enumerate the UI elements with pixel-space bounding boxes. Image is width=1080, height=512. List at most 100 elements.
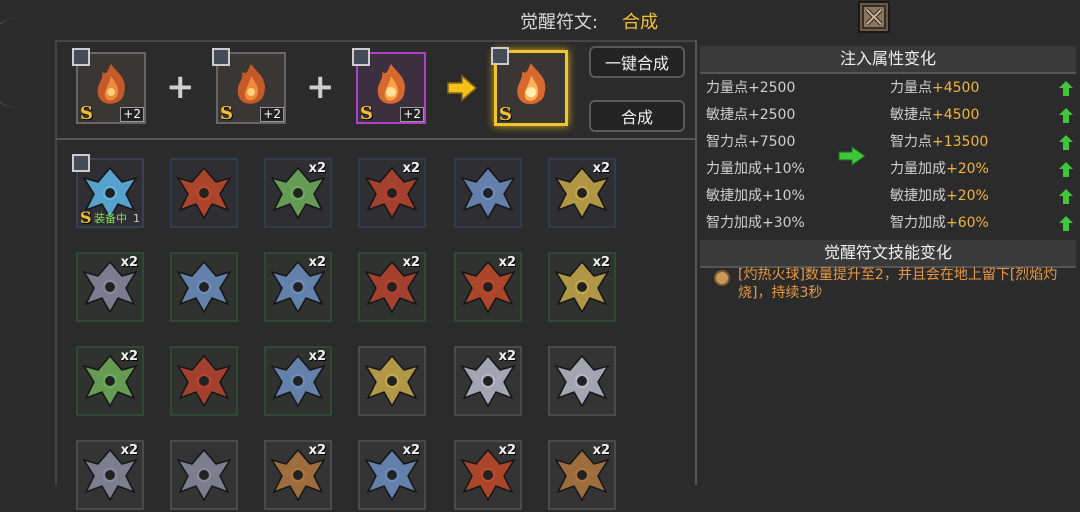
- decorative-arc: [0, 18, 18, 108]
- rune-cell[interactable]: [454, 158, 522, 228]
- stack-count: x2: [120, 255, 138, 270]
- screen-title-value: 合成: [622, 12, 658, 33]
- rune-cell[interactable]: x2: [358, 252, 426, 322]
- winged-fire-rune-icon: [176, 166, 232, 220]
- equipped-label: 装备中: [94, 212, 127, 225]
- golden-cross-rune-icon: [364, 354, 420, 408]
- title-bar: 觉醒符文: 合成: [0, 0, 1080, 40]
- grade-label: S: [499, 104, 512, 125]
- arrow-up-icon: [1059, 162, 1073, 177]
- stack-count: x2: [402, 161, 420, 176]
- stat-after: 敏捷加成+20%: [890, 186, 989, 206]
- stat-after: 智力加成+60%: [890, 213, 989, 233]
- screen-title-label: 觉醒符文:: [520, 12, 599, 33]
- grade-label: S: [220, 103, 233, 124]
- synthesize-button[interactable]: 合成: [589, 100, 685, 132]
- level-badge: 1: [133, 212, 140, 225]
- lock-icon: [491, 47, 509, 65]
- stat-name: 力量加成: [890, 161, 946, 177]
- stack-count: x2: [498, 443, 516, 458]
- stat-before: 力量点+2500: [706, 80, 796, 96]
- rune-cell[interactable]: x2: [548, 252, 616, 322]
- silver-wing-rune-icon: [554, 354, 610, 408]
- stat-value: +4500: [932, 80, 980, 96]
- grade-label: S: [80, 103, 93, 124]
- lock-icon: [352, 48, 370, 66]
- stack-count: x2: [592, 161, 610, 176]
- plus-icon: +: [306, 67, 335, 107]
- rune-cell[interactable]: [170, 158, 238, 228]
- rune-cell[interactable]: [170, 346, 238, 416]
- arrow-up-icon: [1059, 189, 1073, 204]
- panel-vertical-divider: [695, 40, 697, 485]
- attribute-change-header: 注入属性变化: [700, 46, 1076, 74]
- level-badge: +2: [400, 107, 424, 122]
- rune-cell[interactable]: [548, 346, 616, 416]
- skill-change-text: [灼热火球]数量提升至2，并且会在地上留下[烈焰灼烧]，持续3秒: [738, 267, 1058, 301]
- stack-count: x2: [498, 349, 516, 364]
- rune-cell[interactable]: S 装备中 1: [72, 154, 144, 228]
- close-icon: [862, 5, 886, 29]
- stat-after: 敏捷点+4500: [890, 105, 979, 125]
- arrow-up-icon: [1059, 135, 1073, 150]
- stat-after: 力量点+4500: [890, 78, 979, 98]
- stat-name: 敏捷点: [890, 107, 932, 123]
- rune-cell[interactable]: x2: [264, 252, 332, 322]
- rune-cell[interactable]: x2: [454, 440, 522, 510]
- rune-cell[interactable]: x2: [358, 440, 426, 510]
- input-slot-2[interactable]: S +2: [212, 48, 286, 124]
- stack-count: x2: [308, 161, 326, 176]
- rune-cell[interactable]: x2: [76, 346, 144, 416]
- skill-bullet-icon: [714, 270, 730, 286]
- rune-cell[interactable]: x2: [264, 346, 332, 416]
- arrow-right-icon: [447, 74, 478, 102]
- close-button[interactable]: [858, 1, 890, 33]
- panel-top-rule: [56, 40, 696, 42]
- one-click-synthesize-button[interactable]: 一键合成: [589, 46, 685, 78]
- stat-after: 力量加成+20%: [890, 159, 989, 179]
- stat-before: 敏捷点+2500: [706, 107, 796, 123]
- stat-before: 智力点+7500: [706, 134, 796, 150]
- stat-value: +13500: [932, 134, 989, 150]
- lock-icon: [72, 48, 90, 66]
- rune-cell[interactable]: x2: [76, 440, 144, 510]
- arrow-up-icon: [1059, 108, 1073, 123]
- stack-count: x2: [498, 255, 516, 270]
- blue-blade-rune-icon: [176, 260, 232, 314]
- lock-icon: [72, 154, 90, 172]
- rune-cell[interactable]: [170, 440, 238, 510]
- rune-cell[interactable]: [358, 346, 426, 416]
- stat-name: 智力加成: [890, 215, 946, 231]
- stat-name: 力量点: [890, 80, 932, 96]
- stat-after: 智力点+13500: [890, 132, 988, 152]
- rune-cell[interactable]: x2: [548, 440, 616, 510]
- blue-shield-rune-icon: [460, 166, 516, 220]
- stack-count: x2: [592, 255, 610, 270]
- rune-cell[interactable]: x2: [76, 252, 144, 322]
- stat-value: +20%: [946, 161, 989, 177]
- lock-icon: [212, 48, 230, 66]
- rune-cell[interactable]: x2: [454, 252, 522, 322]
- level-badge: +2: [260, 107, 284, 122]
- dark-blade-rune-icon: [176, 448, 232, 502]
- stat-value: +4500: [932, 107, 980, 123]
- rune-cell[interactable]: x2: [454, 346, 522, 416]
- rune-cell[interactable]: x2: [264, 440, 332, 510]
- rune-cell[interactable]: x2: [548, 158, 616, 228]
- stack-count: x2: [308, 255, 326, 270]
- stat-before: 力量加成+10%: [706, 161, 805, 177]
- input-slot-3[interactable]: S +2: [352, 48, 426, 124]
- rune-cell[interactable]: x2: [358, 158, 426, 228]
- stat-before: 智力加成+30%: [706, 215, 805, 231]
- rune-cell[interactable]: x2: [264, 158, 332, 228]
- input-slot-1[interactable]: S +2: [72, 48, 146, 124]
- stat-name: 敏捷加成: [890, 188, 946, 204]
- stack-count: x2: [120, 349, 138, 364]
- stack-count: x2: [120, 443, 138, 458]
- arrow-up-icon: [1059, 216, 1073, 231]
- result-slot[interactable]: S: [491, 47, 568, 126]
- stack-count: x2: [592, 443, 610, 458]
- rune-cell[interactable]: [170, 252, 238, 322]
- stack-count: x2: [402, 255, 420, 270]
- stack-count: x2: [402, 443, 420, 458]
